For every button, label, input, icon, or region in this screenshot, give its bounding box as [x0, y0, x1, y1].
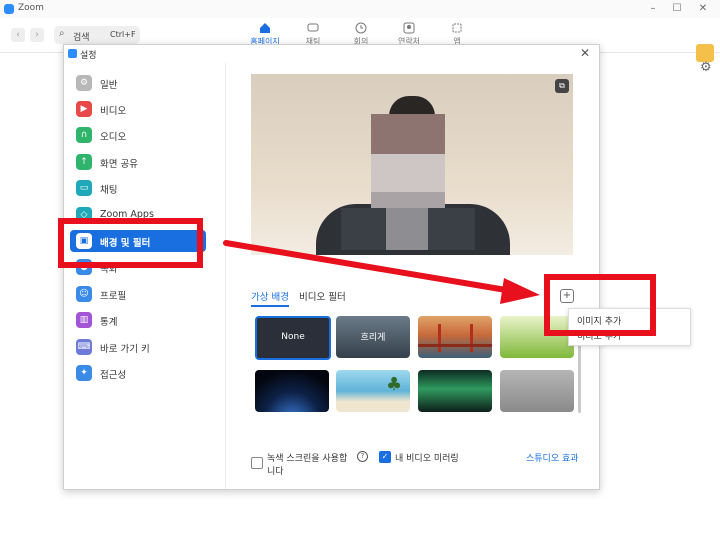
- annotation-arrow: [223, 240, 540, 304]
